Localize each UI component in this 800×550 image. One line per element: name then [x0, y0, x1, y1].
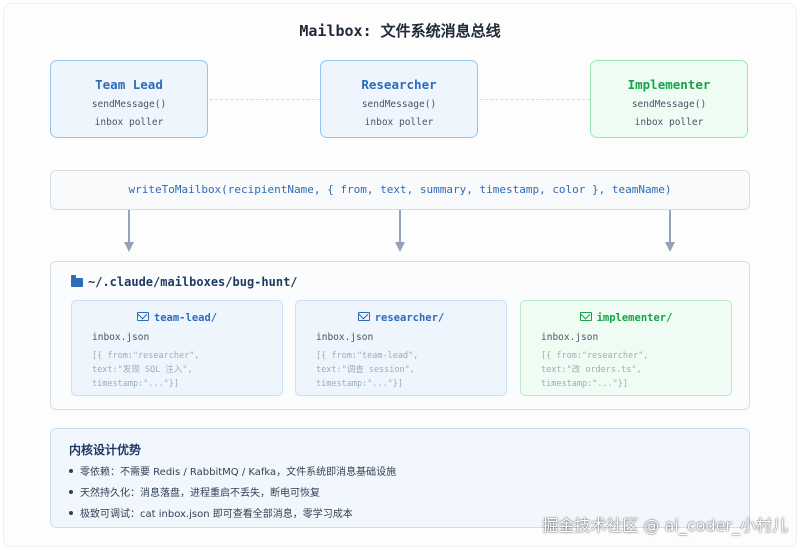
watermark: 掘金技术社区 @ ai_coder_小村儿	[542, 516, 788, 535]
mailbox-path: ~/.claude/mailboxes/bug-hunt/	[71, 275, 298, 289]
agent-poller: inbox poller	[364, 117, 434, 128]
bullet-icon	[69, 511, 73, 515]
list-item: 天然持久化：消息落盘，进程重启不丢失，断电可恢复	[69, 483, 396, 504]
agent-implementer: Implementer sendMessage() inbox poller	[590, 60, 748, 138]
mail-icon	[357, 312, 370, 321]
inbox-file: inbox.json	[92, 332, 150, 343]
list-item: 极致可调试：cat inbox.json 即可查看全部消息，零学习成本	[69, 504, 396, 525]
arrowhead-icon	[124, 242, 134, 252]
inbox-sample: [{ from:"researcher", text:"发现 SQL 注入", …	[92, 351, 200, 389]
connector-lead-researcher	[210, 99, 320, 100]
arrowhead-icon	[395, 242, 405, 252]
agent-poller: inbox poller	[94, 117, 164, 128]
mailbox-dir: implementer/	[521, 312, 731, 324]
agent-poller: inbox poller	[634, 117, 704, 128]
agent-name: Team Lead	[95, 77, 163, 92]
arrow-to-team-lead	[128, 210, 130, 244]
advantage-text: 天然持久化：消息落盘，进程重启不丢失，断电可恢复	[80, 488, 320, 499]
mail-icon	[136, 312, 149, 321]
inbox-sample: [{ from:"team-lead", text:"调查 session", …	[316, 351, 419, 389]
mail-icon	[579, 312, 592, 321]
mailbox-dir: researcher/	[296, 312, 506, 324]
folder-icon	[71, 275, 83, 287]
agent-researcher: Researcher sendMessage() inbox poller	[320, 60, 478, 138]
diagram-title: Mailbox: 文件系统消息总线	[299, 22, 501, 40]
bullet-icon	[69, 490, 73, 494]
list-item: 零依赖：不需要 Redis / RabbitMQ / Kafka，文件系统即消息…	[69, 462, 396, 483]
advantages-title: 内核设计优势	[69, 443, 142, 457]
agent-method: sendMessage()	[91, 99, 167, 110]
arrowhead-icon	[665, 242, 675, 252]
mailbox-researcher: researcher/ inbox.json [{ from:"team-lea…	[295, 300, 507, 396]
inbox-file: inbox.json	[541, 332, 599, 343]
arrow-to-implementer	[669, 210, 671, 244]
filesystem-panel: ~/.claude/mailboxes/bug-hunt/ team-lead/…	[50, 261, 750, 410]
mailbox-dir: team-lead/	[72, 312, 282, 324]
agent-name: Researcher	[361, 77, 437, 92]
bullet-icon	[69, 469, 73, 473]
agent-name: Implementer	[627, 77, 711, 92]
write-to-mailbox-call: writeToMailbox(recipientName, { from, te…	[50, 170, 750, 210]
mailbox-implementer: implementer/ inbox.json [{ from:"researc…	[520, 300, 732, 396]
mailbox-team-lead: team-lead/ inbox.json [{ from:"researche…	[71, 300, 283, 396]
advantages-list: 零依赖：不需要 Redis / RabbitMQ / Kafka，文件系统即消息…	[69, 462, 396, 525]
connector-researcher-implementer	[480, 99, 590, 100]
mailbox-dir-name: team-lead/	[153, 312, 218, 324]
mailbox-path-text: ~/.claude/mailboxes/bug-hunt/	[88, 275, 298, 289]
mailbox-dir-name: researcher/	[374, 312, 445, 324]
agent-team-lead: Team Lead sendMessage() inbox poller	[50, 60, 208, 138]
agent-method: sendMessage()	[631, 99, 707, 110]
inbox-sample: [{ from:"researcher", text:"改 orders.ts"…	[541, 351, 649, 389]
advantage-text: 极致可调试：cat inbox.json 即可查看全部消息，零学习成本	[80, 509, 353, 520]
mailbox-dir-name: implementer/	[596, 312, 673, 324]
advantage-text: 零依赖：不需要 Redis / RabbitMQ / Kafka，文件系统即消息…	[80, 467, 397, 478]
agent-method: sendMessage()	[361, 99, 437, 110]
arrow-to-researcher	[399, 210, 401, 244]
inbox-file: inbox.json	[316, 332, 374, 343]
